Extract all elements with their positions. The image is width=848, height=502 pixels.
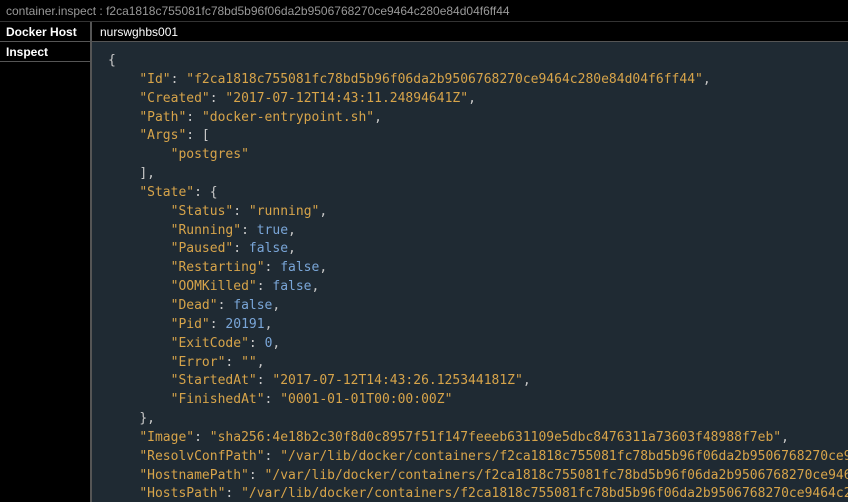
content-pane: nurswghbs001 { "Id": "f2ca1818c755081fc7… xyxy=(92,22,848,502)
inspect-json-text: { "Id": "f2ca1818c755081fc78bd5b96f06da2… xyxy=(108,52,848,502)
title-prefix: container.inspect : xyxy=(6,4,106,18)
main-container: Docker Host Inspect nurswghbs001 { "Id":… xyxy=(0,22,848,502)
sidebar-label-docker-host: Docker Host xyxy=(0,22,90,42)
window-title: container.inspect : f2ca1818c755081fc78b… xyxy=(0,0,848,22)
inspect-json-panel[interactable]: { "Id": "f2ca1818c755081fc78bd5b96f06da2… xyxy=(92,42,848,502)
sidebar: Docker Host Inspect xyxy=(0,22,92,502)
sidebar-label-inspect: Inspect xyxy=(0,42,90,62)
docker-host-value: nurswghbs001 xyxy=(92,22,848,42)
title-id: f2ca1818c755081fc78bd5b96f06da2b95067682… xyxy=(106,4,510,18)
